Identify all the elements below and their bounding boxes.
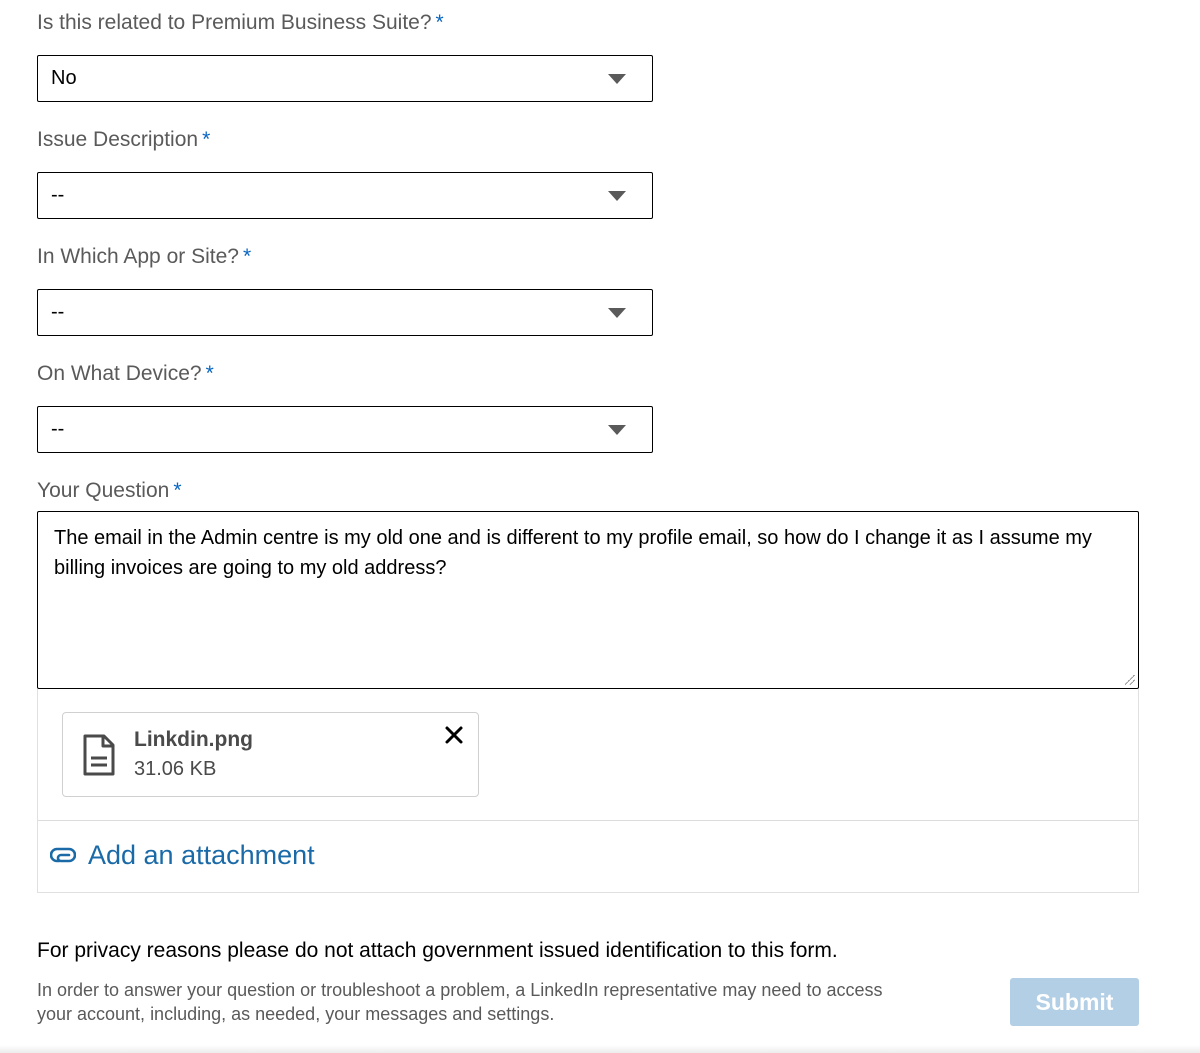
- required-mark: *: [202, 128, 211, 151]
- device-label: On What Device? *: [37, 361, 214, 387]
- attachment-file-size: 31.06 KB: [134, 758, 217, 780]
- chevron-down-icon: [608, 74, 626, 84]
- attachment-divider: [38, 820, 1138, 821]
- page-bottom-shadow: [0, 1045, 1200, 1053]
- device-label-text: On What Device?: [37, 362, 202, 385]
- device-select-value: --: [51, 418, 65, 440]
- add-attachment-label: Add an attachment: [88, 840, 315, 870]
- chevron-down-icon: [608, 308, 626, 318]
- document-icon: [83, 734, 115, 776]
- app-label-text: In Which App or Site?: [37, 245, 239, 268]
- issue-label: Issue Description *: [37, 127, 210, 153]
- resize-grip-icon[interactable]: [1125, 675, 1135, 685]
- submit-button[interactable]: Submit: [1010, 978, 1139, 1026]
- required-mark: *: [242, 245, 252, 268]
- chevron-down-icon: [608, 425, 626, 435]
- issue-select[interactable]: --: [37, 172, 653, 219]
- required-mark: *: [435, 11, 444, 34]
- device-select[interactable]: --: [37, 406, 653, 453]
- app-label: In Which App or Site? *: [37, 244, 251, 270]
- attachment-card: Linkdin.png 31.06 KB: [62, 712, 479, 797]
- add-attachment-link[interactable]: Add an attachment: [50, 838, 315, 872]
- app-select-value: --: [51, 301, 65, 323]
- premium-select[interactable]: No: [37, 55, 653, 102]
- question-textarea[interactable]: The email in the Admin centre is my old …: [37, 511, 1139, 689]
- chevron-down-icon: [608, 191, 626, 201]
- question-text: The email in the Admin centre is my old …: [54, 527, 1092, 579]
- attachment-area: Linkdin.png 31.06 KB Add an attachment: [37, 689, 1139, 893]
- app-select[interactable]: --: [37, 289, 653, 336]
- attachment-file-name: Linkdin.png: [134, 728, 253, 751]
- question-label-text: Your Question: [37, 479, 170, 502]
- access-disclaimer: In order to answer your question or trou…: [37, 980, 883, 1024]
- required-mark: *: [205, 362, 214, 385]
- issue-label-text: Issue Description: [37, 128, 199, 151]
- premium-label-text: Is this related to Premium Business Suit…: [37, 11, 432, 34]
- privacy-notice: For privacy reasons please do not attach…: [37, 939, 838, 962]
- issue-select-value: --: [51, 184, 65, 206]
- paperclip-icon: [50, 847, 76, 863]
- required-mark: *: [173, 479, 182, 502]
- premium-select-value: No: [51, 67, 77, 89]
- premium-label: Is this related to Premium Business Suit…: [37, 10, 444, 36]
- close-icon[interactable]: [444, 725, 464, 745]
- question-label: Your Question *: [37, 478, 182, 504]
